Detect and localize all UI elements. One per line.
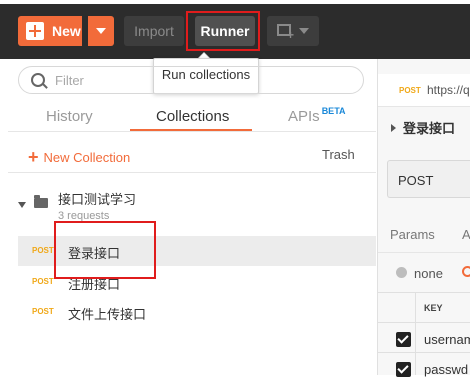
collection-name[interactable]: 接口测试学习 (58, 189, 136, 208)
new-button-label: New (52, 23, 81, 39)
filter-input[interactable]: Filter (18, 66, 364, 94)
tab-params[interactable]: Params (390, 227, 435, 242)
tab-apis-label: APIs (288, 108, 320, 125)
params-divider (378, 252, 470, 253)
tab-collections[interactable]: Collections (156, 108, 229, 125)
tabs-divider (8, 131, 376, 132)
tab-next-partial[interactable]: A (462, 227, 470, 242)
new-collection-label: New Collection (43, 150, 131, 165)
runner-highlight-box (186, 11, 260, 51)
request-tab-url: https://q (427, 83, 470, 97)
collections-divider (8, 172, 376, 173)
radio-selected[interactable] (462, 266, 470, 277)
method-select-value: POST (398, 173, 434, 188)
table-column-divider (415, 292, 416, 375)
table-row-key[interactable]: usernam (424, 332, 470, 347)
chevron-down-icon[interactable] (18, 202, 26, 208)
request-method: POST (32, 246, 54, 255)
new-dropdown-button[interactable] (88, 16, 114, 46)
tab-history[interactable]: History (46, 108, 93, 125)
beta-badge: BETA (321, 106, 346, 116)
request-method: POST (32, 277, 54, 286)
table-row-divider (378, 352, 470, 353)
table-top-border (378, 292, 470, 293)
request-tab-method: POST (399, 86, 421, 95)
request-title: 登录接口 (403, 121, 456, 136)
request-method: POST (32, 307, 54, 316)
chevron-right-icon[interactable] (391, 124, 396, 132)
import-button[interactable]: Import (124, 16, 184, 46)
trash-button[interactable]: Trash (322, 147, 355, 162)
request-highlight-box (54, 221, 156, 279)
new-collection-button[interactable]: + New Collection (28, 146, 130, 167)
radio-none-label: none (414, 266, 443, 281)
folder-icon (34, 195, 48, 208)
plus-icon: + (28, 147, 39, 167)
table-row-divider (378, 322, 470, 323)
filter-placeholder: Filter (55, 73, 84, 88)
radio-none[interactable] (396, 267, 407, 278)
search-icon (31, 73, 45, 87)
request-name: 文件上传接口 (68, 307, 147, 322)
new-window-icon (277, 24, 294, 42)
new-button[interactable]: New (18, 16, 82, 46)
chevron-down-icon (299, 28, 309, 34)
tab-apis[interactable]: APIs BETA (288, 106, 346, 125)
plus-icon (26, 22, 44, 40)
table-key-header: KEY (424, 303, 443, 313)
new-window-button[interactable] (267, 16, 319, 46)
method-select[interactable]: POST (387, 160, 470, 198)
row-checkbox[interactable] (396, 332, 411, 347)
request-item[interactable]: POST 文件上传接口 (18, 297, 376, 327)
